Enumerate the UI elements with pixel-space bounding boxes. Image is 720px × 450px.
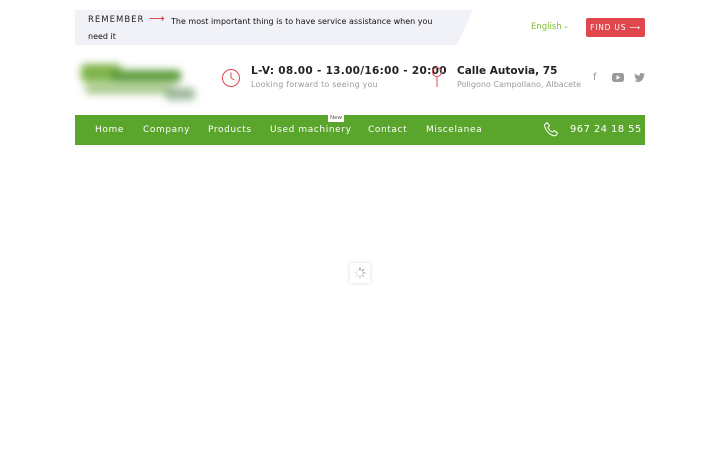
nav-item-used-machinery[interactable]: Used machinery bbox=[270, 125, 352, 135]
find-us-label: FIND US bbox=[590, 23, 627, 32]
phone-number[interactable]: 967 24 18 55 bbox=[570, 124, 642, 135]
address-subtitle: Poligono Campollano, Albacete bbox=[457, 80, 582, 89]
nav-item-miscelanea[interactable]: Miscelanea bbox=[426, 125, 482, 135]
new-badge: New bbox=[328, 115, 344, 122]
opening-hours-subtitle: Looking forward to seeing you bbox=[251, 80, 378, 89]
nav-item-company[interactable]: Company bbox=[143, 125, 190, 135]
location-pin-icon bbox=[432, 67, 442, 87]
remember-text: The most important thing is to have serv… bbox=[88, 17, 433, 41]
nav-item-products[interactable]: Products bbox=[208, 125, 252, 135]
nav-item-contact[interactable]: Contact bbox=[368, 125, 407, 135]
company-logo[interactable] bbox=[75, 58, 203, 106]
nav-item-home[interactable]: Home bbox=[95, 125, 124, 135]
arrow-right-icon: ⟶ bbox=[629, 23, 641, 32]
language-selector[interactable]: English bbox=[531, 22, 562, 32]
address: Calle Autovia, 75 bbox=[457, 65, 558, 77]
facebook-icon[interactable]: f bbox=[593, 72, 597, 83]
twitter-icon[interactable] bbox=[634, 73, 645, 85]
opening-hours: L-V: 08.00 - 13.00/16:00 - 20:00 bbox=[251, 65, 447, 77]
find-us-button[interactable]: FIND US ⟶ bbox=[586, 18, 645, 37]
chevron-down-icon[interactable]: ⌄ bbox=[563, 22, 569, 30]
youtube-icon[interactable] bbox=[612, 73, 624, 85]
clock-icon bbox=[222, 69, 240, 87]
loading-spinner bbox=[350, 263, 370, 283]
spinner-icon bbox=[354, 267, 366, 279]
phone-icon bbox=[543, 121, 559, 137]
page: REMEMBER ⟶ The most important thing is t… bbox=[0, 0, 720, 450]
